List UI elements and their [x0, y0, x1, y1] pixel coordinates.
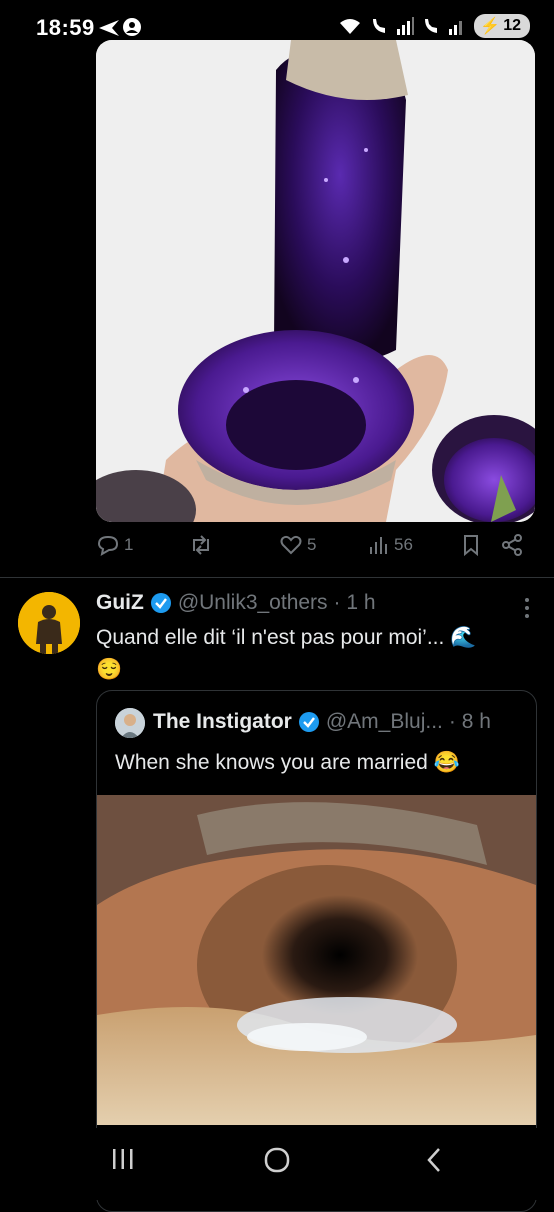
reply-button[interactable]: 1	[96, 533, 133, 557]
views-count: 56	[394, 535, 413, 554]
verified-icon	[298, 712, 319, 732]
tweet-image[interactable]	[96, 40, 535, 522]
home-icon[interactable]	[263, 1146, 291, 1179]
battery-level: 12	[503, 17, 521, 34]
volte-icon	[373, 19, 386, 33]
quote-author-name: The Instigator	[153, 710, 292, 733]
avatar[interactable]	[18, 592, 80, 654]
views-button[interactable]: 56	[368, 533, 413, 557]
tweet-divider	[0, 577, 554, 578]
views-icon	[370, 537, 387, 554]
tweet-time[interactable]: · 1 h	[334, 591, 376, 615]
quote-avatar	[115, 708, 145, 738]
quote-header: The Instigator @Am_Bluj... · 8 h	[153, 710, 491, 734]
author-name[interactable]: GuiZ	[96, 591, 144, 615]
tweet-text-line: Quand elle dit ‘il n'est pas pour moi’..…	[96, 626, 477, 649]
recent-apps-icon[interactable]	[110, 1146, 136, 1177]
author-handle[interactable]: @Unlik3_others	[178, 591, 328, 615]
bookmark-icon	[464, 535, 478, 557]
heart-icon	[280, 535, 302, 555]
like-button[interactable]: 5	[279, 533, 316, 557]
more-options-icon[interactable]	[524, 596, 530, 625]
like-count: 5	[307, 535, 317, 554]
status-icons: ⚡ 12	[338, 14, 530, 38]
account-icon	[122, 17, 142, 42]
bookmark-button[interactable]	[460, 533, 482, 557]
navigation-bar	[0, 1128, 554, 1200]
signal-icon-2	[449, 21, 463, 35]
charging-icon: ⚡	[480, 18, 501, 35]
wifi-icon	[340, 19, 361, 34]
status-time: 18:59	[36, 15, 95, 40]
repost-button[interactable]	[188, 533, 218, 557]
verified-icon	[150, 593, 171, 613]
quote-time: · 8 h	[448, 710, 491, 733]
signal-icon	[397, 17, 415, 35]
share-icon	[502, 534, 522, 556]
battery-indicator: ⚡ 12	[474, 14, 530, 38]
share-button[interactable]	[500, 533, 524, 557]
tweet-header: GuiZ @Unlik3_others · 1 h	[96, 591, 376, 615]
tweet-text-emoji: 😌	[96, 658, 123, 681]
quote-text: When she knows you are married 😂	[115, 751, 460, 774]
tweet-text: Quand elle dit ‘il n'est pas pour moi’..…	[96, 622, 526, 686]
volte-icon-2	[425, 19, 438, 33]
reply-count: 1	[124, 535, 134, 554]
repost-icon	[193, 535, 209, 555]
quote-author-handle: @Am_Bluj...	[325, 710, 443, 733]
quote-image[interactable]	[97, 795, 536, 1125]
back-icon[interactable]	[424, 1146, 444, 1179]
reply-icon	[97, 535, 119, 556]
tweet-actions: 1 5 56	[96, 533, 530, 567]
